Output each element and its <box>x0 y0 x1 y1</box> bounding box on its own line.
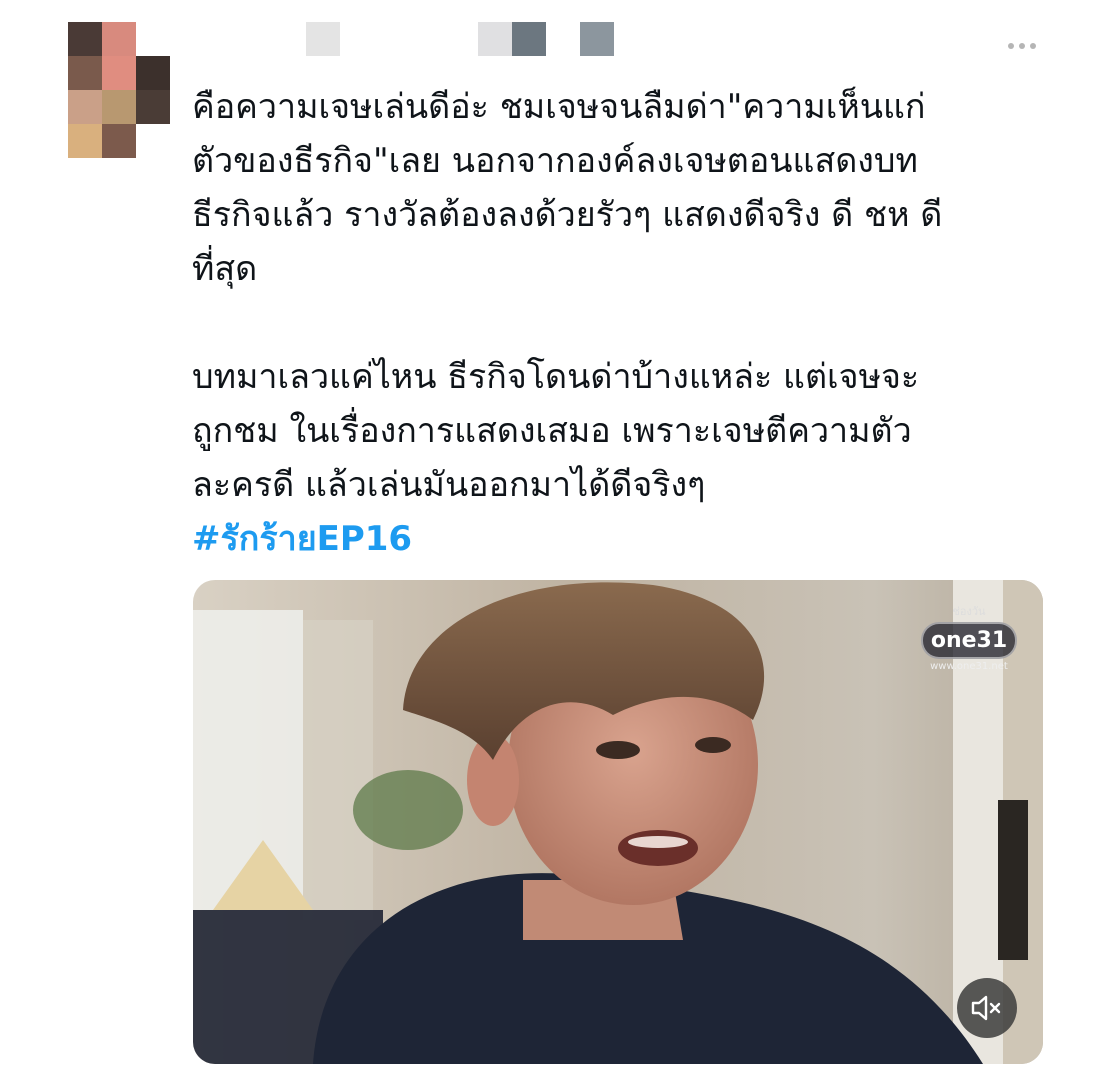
more-options-icon[interactable] <box>1000 34 1044 58</box>
hashtag-link[interactable]: #รักร้ายEP16 <box>192 519 412 559</box>
watermark-top-text: ช่องวัน <box>952 605 986 618</box>
tweet-text: คือความเจษเล่นดีอ่ะ ชมเจษจนลืมด่า"ความเห… <box>192 87 943 505</box>
channel-watermark: ช่องวัน one31 www.one31.net <box>921 602 1017 672</box>
video-frame <box>193 580 1043 1064</box>
speaker-muted-icon <box>971 995 1001 1021</box>
mute-button[interactable] <box>957 978 1017 1038</box>
avatar[interactable] <box>68 22 170 158</box>
video-media[interactable]: ช่องวัน one31 www.one31.net <box>193 580 1043 1064</box>
channel-logo: one31 <box>921 622 1017 659</box>
tweet-body: คือความเจษเล่นดีอ่ะ ชมเจษจนลืมด่า"ความเห… <box>192 80 1042 566</box>
watermark-url: www.one31.net <box>930 661 1008 672</box>
